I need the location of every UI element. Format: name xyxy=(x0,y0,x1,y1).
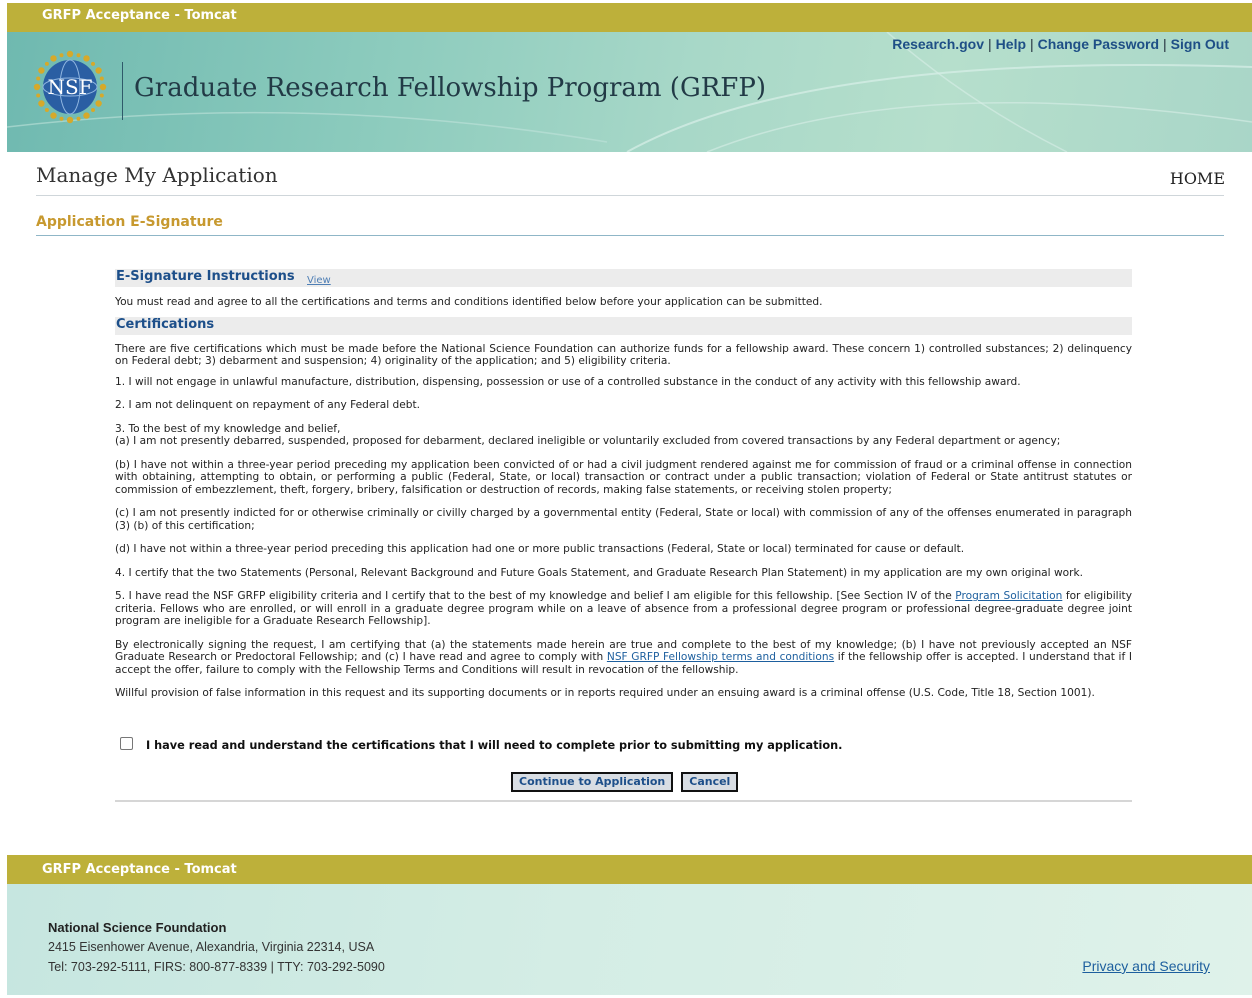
certification-3a: (a) I am not presently debarred, suspend… xyxy=(115,435,1061,447)
page-header: Manage My Application HOME xyxy=(36,152,1225,196)
page-title: Manage My Application xyxy=(36,163,278,187)
acknowledge-checkbox[interactable] xyxy=(120,737,133,750)
esignature-content: E-Signature Instructions View You must r… xyxy=(115,269,1132,700)
certifications-heading-bar: Certifications xyxy=(115,316,1132,335)
instructions-text: You must read and agree to all the certi… xyxy=(115,296,823,308)
instructions-view-link[interactable]: View xyxy=(307,275,331,288)
research-gov-link[interactable]: Research.gov xyxy=(892,36,984,52)
certification-3-intro: 3. To the best of my knowledge and belie… xyxy=(115,422,341,435)
program-solicitation-link[interactable]: Program Solicitation xyxy=(955,590,1062,602)
privacy-and-security-link[interactable]: Privacy and Security xyxy=(1082,958,1210,974)
logo-divider xyxy=(122,62,123,120)
instructions-heading: E-Signature Instructions xyxy=(116,269,295,284)
action-buttons: Continue to Application Cancel xyxy=(511,770,746,792)
false-information-warning: Willful provision of false information i… xyxy=(115,687,1095,699)
section-title: Application E-Signature xyxy=(36,214,1224,236)
certifications-heading: Certifications xyxy=(116,316,215,332)
footer-phone: Tel: 703-292-5111, FIRS: 800-877-8339 | … xyxy=(48,960,385,974)
acknowledge-label: I have read and understand the certifica… xyxy=(146,739,843,752)
footer-environment-label: GRFP Acceptance - Tomcat xyxy=(42,862,237,877)
logo-text: NSF xyxy=(47,75,92,99)
instructions-heading-bar: E-Signature Instructions View xyxy=(115,269,1132,287)
signature-statement: By electronically signing the request, I… xyxy=(115,638,1132,676)
certification-3c: (c) I am not presently indicted for or o… xyxy=(115,507,1132,532)
environment-label: GRFP Acceptance - Tomcat xyxy=(42,8,237,23)
acknowledge-row: I have read and understand the certifica… xyxy=(115,737,842,752)
footer-org-name: National Science Foundation xyxy=(48,920,227,935)
certification-5: 5. I have read the NSF GRFP eligibility … xyxy=(115,590,1132,627)
cancel-button[interactable]: Cancel xyxy=(681,772,739,792)
help-link[interactable]: Help xyxy=(996,36,1026,52)
change-password-link[interactable]: Change Password xyxy=(1038,36,1159,52)
certification-2: 2. I am not delinquent on repayment of a… xyxy=(115,399,420,411)
certifications-intro: There are five certifications which must… xyxy=(115,342,1132,368)
certification-4: 4. I certify that the two Statements (Pe… xyxy=(115,566,1083,579)
certification-3d: (d) I have not within a three-year perio… xyxy=(115,543,965,555)
environment-banner: GRFP Acceptance - Tomcat xyxy=(7,3,1252,32)
site-title: Graduate Research Fellowship Program (GR… xyxy=(134,73,766,103)
site-header: Research.gov | Help | Change Password | Sign O… xyxy=(7,32,1252,152)
footer-environment-banner: GRFP Acceptance - Tomcat xyxy=(7,855,1252,884)
continue-to-application-button[interactable]: Continue to Application xyxy=(511,772,674,792)
home-link[interactable]: HOME xyxy=(1170,169,1225,188)
top-utility-links: Research.gov | Help | Change Password | Sign O… xyxy=(892,36,1229,52)
content-divider xyxy=(115,800,1132,802)
nsf-logo[interactable]: NSF xyxy=(32,49,108,125)
certification-3b: (b) I have not within a three-year perio… xyxy=(115,458,1132,496)
terms-and-conditions-link[interactable]: NSF GRFP Fellowship terms and conditions xyxy=(607,651,834,663)
certification-1: 1. I will not engage in unlawful manufac… xyxy=(115,375,1021,388)
sign-out-link[interactable]: Sign Out xyxy=(1171,36,1229,52)
site-footer: National Science Foundation 2415 Eisenho… xyxy=(7,884,1252,995)
footer-address: 2415 Eisenhower Avenue, Alexandria, Virg… xyxy=(48,940,375,954)
